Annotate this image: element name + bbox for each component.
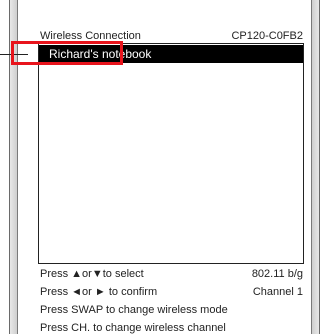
footer-row: Press ◄or ► to confirm Channel 1 (40, 283, 303, 301)
device-frame-right-edge (319, 0, 320, 334)
footer-row: Press SWAP to change wireless mode (40, 301, 303, 319)
channel-readout: Channel 1 (252, 286, 303, 298)
footer-row: Press CH. to change wireless channel (40, 319, 303, 334)
footer-row: Press ▲or▼to select 802.11 b/g (40, 265, 303, 283)
device-display: Wireless Connection CP120-C0FB2 Richard'… (0, 0, 328, 334)
instructions-footer: Press ▲or▼to select 802.11 b/g Press ◄or… (40, 265, 303, 334)
wireless-standard: 802.11 b/g (251, 268, 303, 280)
device-frame-right-bevel (312, 0, 319, 334)
select-instruction: Press ▲or▼to select (40, 268, 144, 280)
swap-mode-instruction: Press SWAP to change wireless mode (40, 304, 228, 316)
selection-highlight-outline (11, 41, 123, 65)
device-id: CP120-C0FB2 (231, 30, 303, 42)
confirm-instruction: Press ◄or ► to confirm (40, 286, 158, 298)
change-channel-instruction: Press CH. to change wireless channel (40, 322, 226, 334)
network-list[interactable]: Richard's notebook (38, 43, 304, 264)
